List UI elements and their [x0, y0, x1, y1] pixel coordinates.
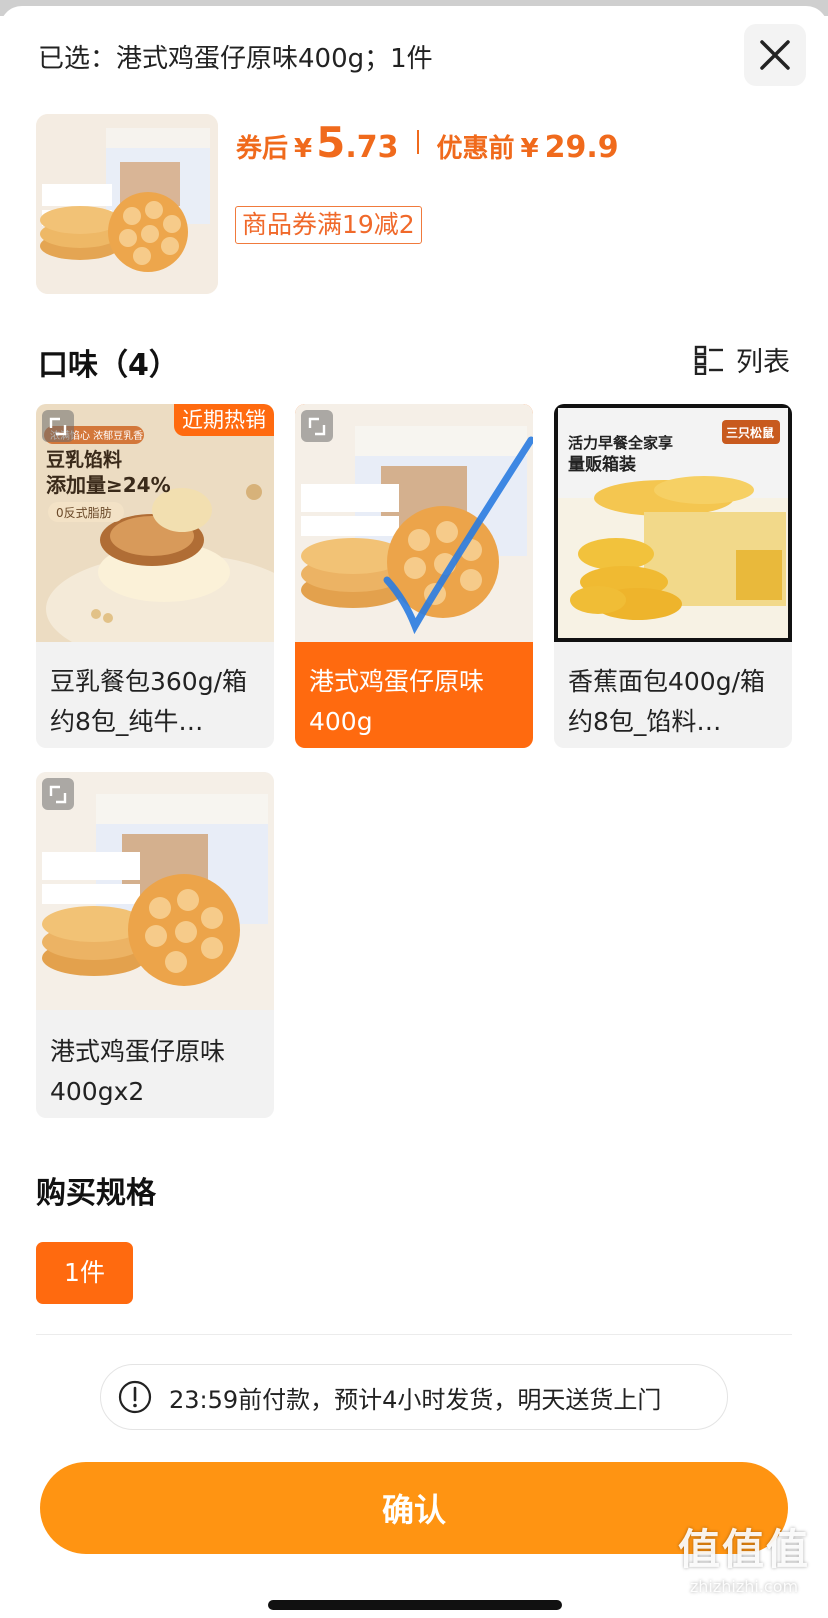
confirm-button[interactable]: 确认 — [40, 1462, 788, 1554]
flavor-option-banana-bread[interactable]: 活力早餐全家享 量贩箱装 三只松鼠 香蕉面包400g/箱约8包_馅料… — [554, 404, 792, 748]
currency-symbol: ¥ — [294, 134, 313, 164]
hot-sale-badge: 近期热销 — [174, 404, 274, 436]
watermark-logo-text: 值值值 — [677, 1525, 810, 1574]
list-view-label: 列表 — [736, 347, 790, 378]
spec-option-1[interactable]: 1件 — [36, 1242, 133, 1304]
spec-section-title: 购买规格 — [36, 1176, 156, 1211]
flavor-section-title: 口味（4） — [38, 348, 179, 383]
info-icon — [118, 1380, 152, 1414]
coupon-tag[interactable]: 商品券满19减2 — [235, 206, 422, 244]
flavor-option-egg-waffle[interactable]: 港式鸡蛋仔原味400g — [295, 404, 533, 748]
list-view-icon — [694, 345, 723, 375]
after-coupon-label: 券后 — [236, 134, 289, 164]
flavor-option-soy-milk-bun[interactable]: 浓满馅心 浓郁豆乳香 豆乳馅料 添加量≥24% 0反式脂肪 近期热销 豆乳餐包3… — [36, 404, 274, 748]
close-icon — [760, 40, 790, 70]
flavor-image-tagline: 0反式脂肪 — [56, 505, 112, 520]
flavor-image-headline-1: 豆乳馅料 — [46, 448, 122, 471]
close-button[interactable] — [744, 24, 806, 86]
section-divider — [36, 1334, 792, 1335]
watermark-url: zhizhizhi.com — [689, 1577, 799, 1596]
selected-product-image — [36, 114, 218, 294]
price-row: 券后 ¥ 5 .73 优惠前 ¥ 29.9 — [236, 118, 619, 167]
original-currency-symbol: ¥ — [520, 134, 539, 164]
home-indicator — [268, 1600, 562, 1610]
flavor-option-label: 港式鸡蛋仔原味400gx2 — [50, 1037, 226, 1106]
flavor-option-egg-waffle-x2[interactable]: 港式鸡蛋仔原味400gx2 — [36, 772, 274, 1118]
selected-summary-text: 已选：港式鸡蛋仔原味400g；1件 — [38, 44, 433, 74]
flavor-image-brand: 三只松鼠 — [726, 425, 774, 440]
original-price-value: 29.9 — [544, 130, 619, 165]
original-price-label: 优惠前 — [436, 134, 515, 164]
flavor-option-label: 豆乳餐包360g/箱约8包_纯牛… — [50, 667, 248, 736]
expand-image-icon[interactable] — [301, 410, 333, 442]
after-coupon-price-integer: 5 — [316, 118, 346, 167]
list-view-toggle[interactable]: 列表 — [694, 340, 790, 379]
flavor-image: 活力早餐全家享 量贩箱装 三只松鼠 — [554, 404, 792, 642]
delivery-notice: 23:59前付款，预计4小时发货，明天送货上门 — [100, 1364, 728, 1430]
delivery-notice-text: 23:59前付款，预计4小时发货，明天送货上门 — [169, 1385, 662, 1414]
flavor-image-headline-1: 活力早餐全家享 — [568, 434, 673, 452]
expand-image-icon[interactable] — [42, 410, 74, 442]
flavor-option-label: 香蕉面包400g/箱约8包_馅料… — [568, 667, 766, 736]
price-divider — [416, 130, 419, 154]
flavor-image-headline-2: 添加量≥24% — [46, 473, 171, 497]
flavor-option-label: 港式鸡蛋仔原味400g — [309, 667, 485, 736]
flavor-image-headline-2: 量贩箱装 — [568, 454, 636, 475]
after-coupon-price-decimal: .73 — [345, 130, 399, 165]
expand-image-icon[interactable] — [42, 778, 74, 810]
sku-selector-sheet: 已选：港式鸡蛋仔原味400g；1件 券后 ¥ 5 .73 优惠前 ¥ 29.9 … — [0, 6, 828, 1618]
watermark: 值值值 zhizhizhi.com — [678, 1516, 810, 1596]
